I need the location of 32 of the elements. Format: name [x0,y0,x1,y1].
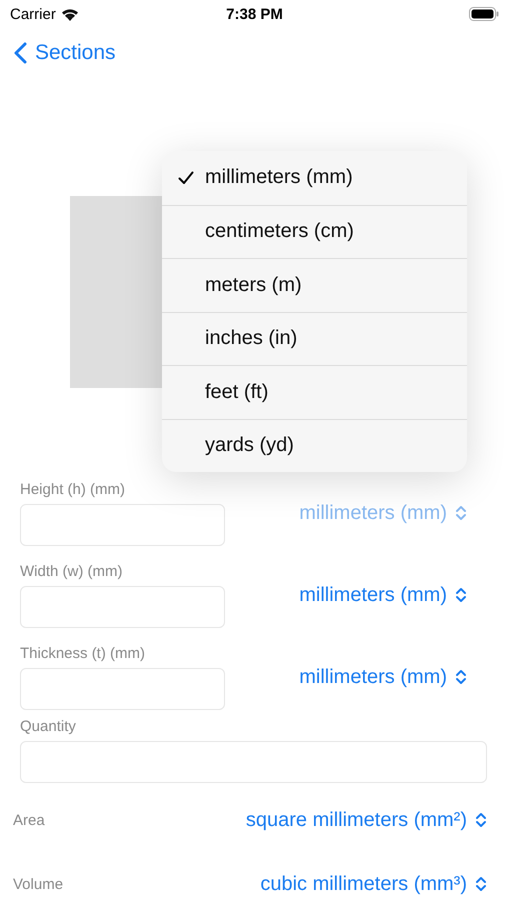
result-label: Area [13,812,45,828]
menu-item[interactable]: feet (ft) [162,365,467,418]
carrier-text: Carrier [10,6,56,22]
chevron-updown-icon [455,505,467,521]
unit-picker[interactable]: millimeters (mm) [299,584,467,606]
input-field[interactable] [20,586,225,628]
chevron-left-icon [14,42,27,64]
clock-time: 7:38 PM [226,6,283,22]
field-label: Thickness (t) (mm) [20,644,146,662]
battery-icon [468,7,499,21]
result-label: Volume [13,876,64,892]
menu-item[interactable]: centimeters (cm) [162,204,467,258]
field-label: Height (h) (mm) [20,480,126,498]
chevron-updown-icon [455,669,467,685]
wifi-icon [60,8,79,20]
field-label: Quantity [20,718,77,736]
unit-picker[interactable]: square millimeters (mm²) [246,808,487,832]
input-field[interactable] [20,504,225,546]
field-label: Width (w) (mm) [20,562,124,580]
chevron-updown-icon [475,876,487,892]
menu-item[interactable]: yards (yd) [162,418,467,472]
chevron-updown-icon [455,587,467,603]
menu-item[interactable]: millimeters (mm) [162,151,467,204]
menu-item[interactable]: inches (in) [162,312,467,365]
input-field[interactable] [20,668,225,710]
unit-picker[interactable]: cubic millimeters (mm³) [260,872,487,896]
back-button[interactable]: Sections [14,41,116,65]
input-field[interactable] [20,741,487,783]
unit-picker[interactable]: millimeters (mm) [299,666,467,688]
checkmark-icon [178,170,194,185]
chevron-updown-icon [475,812,487,828]
menu-item[interactable]: meters (m) [162,258,467,312]
